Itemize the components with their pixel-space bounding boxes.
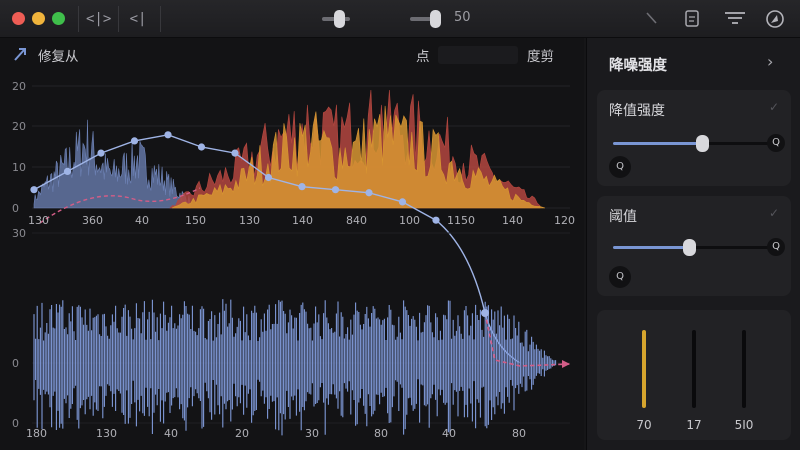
strength-slider[interactable] (613, 135, 769, 152)
meter-label-2: 17 (686, 418, 702, 432)
main-plot-area: 20 20 10 0 130 360 40 150 130 140 840 100 1150 140 120… (0, 38, 584, 450)
clipboard-icon[interactable] (685, 10, 699, 27)
strength-card: 降值强度 ✓ Q Q (597, 90, 791, 186)
x-tick-label: 120 (554, 214, 575, 227)
x-tick-label: 150 (185, 214, 206, 227)
clip-label[interactable]: 度剪 (527, 45, 554, 65)
x-tick-label: 180 (26, 427, 47, 440)
curve-point (231, 149, 239, 157)
curve-point (264, 173, 273, 182)
x-tick-label: 140 (292, 214, 313, 227)
search-small-icon[interactable]: Q (609, 156, 631, 178)
title-bar: <|> <| 50 (0, 0, 800, 38)
y-tick-label: 20 (12, 120, 26, 133)
threshold-card: 阈值 ✓ Q Q (597, 196, 791, 296)
x-tick-label: 40 (442, 427, 456, 440)
threshold-title: 阈值 (609, 209, 637, 225)
check-icon[interactable]: ✓ (769, 206, 779, 220)
arrow-head (562, 360, 570, 368)
x-tick-label: 140 (502, 214, 523, 227)
curve-point (63, 167, 72, 175)
area-series (171, 105, 546, 209)
toolbar-right-icons (646, 10, 784, 28)
search-small-icon[interactable]: Q (609, 266, 631, 288)
curve-point (164, 131, 172, 139)
search-icon[interactable]: Q (767, 134, 785, 152)
x-tick-label: 1150 (447, 214, 475, 227)
x-tick-label: 130 (28, 214, 49, 227)
meter-fill-1 (642, 330, 646, 408)
pen-icon[interactable] (646, 12, 657, 24)
meter-bar-2 (692, 330, 696, 408)
x-tick-label: 30 (305, 427, 319, 440)
x-tick-label: 100 (399, 214, 420, 227)
threshold-slider[interactable] (613, 239, 769, 256)
x-tick-label: 360 (82, 214, 103, 227)
noise-reduction-panel: 降噪强度 › 降值强度 ✓ Q Q 阈值 ✓ Q Q 70 17 5I0 (586, 38, 800, 450)
x-tick-label: 80 (374, 427, 388, 440)
x-tick-label: 40 (164, 427, 178, 440)
curve-point (365, 189, 373, 197)
y-tick-label: 0 (12, 202, 19, 215)
chevron-right-icon[interactable]: › (767, 52, 773, 71)
search-icon[interactable]: Q (767, 238, 785, 256)
x-tick-label: 40 (135, 214, 149, 227)
curve-point (398, 198, 407, 206)
threshold-slider-knob[interactable] (683, 239, 697, 256)
strength-slider-fill (613, 142, 702, 145)
strength-slider-knob[interactable] (695, 135, 709, 152)
waveform (33, 299, 557, 436)
curve-point (130, 137, 139, 145)
plot-canvas[interactable]: 2020100130 360 40 150 130 140 840 100 1150 140 120… (0, 38, 584, 450)
x-tick-label: 80 (512, 427, 526, 440)
meter-label-3: 5I0 (734, 418, 754, 432)
y-tick-label: 0 (12, 417, 19, 430)
curve-point (481, 309, 489, 317)
curve-point (331, 186, 340, 194)
y-tick-label: 20 (12, 80, 26, 93)
curve-point (432, 216, 440, 224)
curve-point (298, 183, 306, 191)
plot-header: 修复从 点 度剪 (0, 40, 584, 66)
point-label: 点 (416, 49, 430, 65)
point-input[interactable] (438, 46, 518, 64)
x-tick-label: 840 (346, 214, 367, 227)
meter-bar-3 (742, 330, 746, 408)
filter-icon[interactable] (725, 12, 745, 24)
compass-icon[interactable] (766, 10, 784, 28)
y-tick-label: 30 (12, 227, 26, 240)
x-tick-label: 130 (239, 214, 260, 227)
x-tick-label: 130 (96, 427, 117, 440)
curve-point (197, 143, 206, 151)
meter-label-1: 70 (636, 418, 652, 432)
repair-from-label: 修复从 (38, 49, 79, 65)
meter-bar-1 (642, 330, 646, 408)
strength-title: 降值强度 (609, 103, 665, 119)
curve-point (30, 186, 38, 194)
curve-point (97, 149, 105, 157)
y-tick-label: 10 (12, 161, 26, 174)
y-tick-label: 0 (12, 357, 19, 370)
x-tick-label: 20 (235, 427, 249, 440)
panel-title: 降噪强度 (609, 58, 667, 74)
check-icon[interactable]: ✓ (769, 100, 779, 114)
threshold-slider-fill (613, 246, 690, 249)
meter-card: 70 17 5I0 (597, 310, 791, 440)
